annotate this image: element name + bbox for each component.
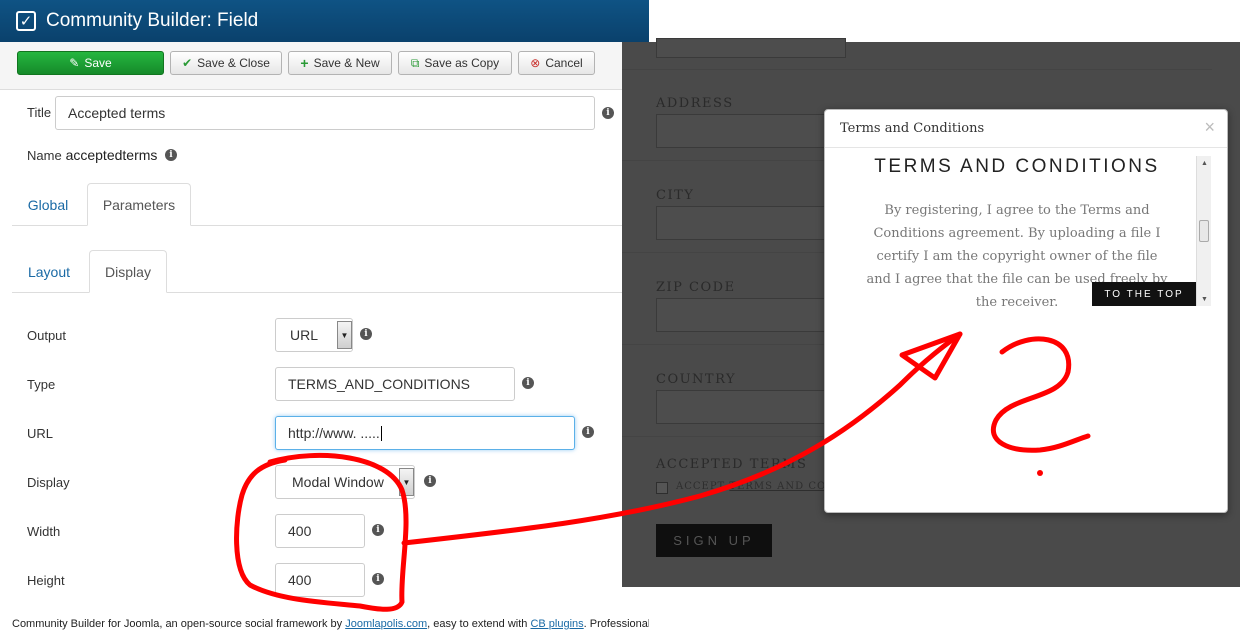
info-icon[interactable]: i	[165, 149, 177, 161]
height-input[interactable]: 400	[275, 563, 365, 597]
url-label: URL	[27, 426, 54, 441]
url-input[interactable]: http://www. .....	[275, 416, 575, 450]
chevron-down-icon: ▼	[399, 468, 414, 496]
zip-label: ZIP CODE	[656, 280, 736, 295]
scroll-down-icon[interactable]: ▼	[1197, 292, 1212, 306]
plus-icon: +	[300, 55, 309, 71]
display-value: Modal Window	[292, 474, 384, 490]
output-select[interactable]: URL ▼	[275, 318, 353, 352]
accept-checkbox	[656, 482, 668, 494]
save-copy-button[interactable]: ⧉ Save as Copy	[398, 51, 512, 75]
sign-up-button: SIGN UP	[656, 524, 772, 557]
terms-heading: TERMS AND CONDITIONS	[874, 156, 1160, 177]
cancel-label: Cancel	[545, 56, 583, 70]
output-label: Output	[27, 328, 67, 343]
cb-plugins-link[interactable]: CB plugins	[530, 618, 583, 630]
title-input[interactable]: Accepted terms	[55, 96, 595, 130]
checkbox-icon: ✓	[16, 11, 36, 31]
text-caret	[380, 425, 382, 441]
title-label: Title	[27, 105, 52, 120]
divider	[622, 69, 1212, 70]
main-tabs: Global Parameters	[12, 183, 622, 226]
info-icon[interactable]: i	[602, 107, 614, 119]
save-copy-label: Save as Copy	[424, 56, 500, 70]
country-input	[656, 390, 846, 424]
copy-icon: ⧉	[410, 56, 420, 70]
city-input	[656, 206, 846, 240]
country-label: COUNTRY	[656, 372, 737, 387]
save-close-label: Save & Close	[197, 56, 270, 70]
type-input[interactable]: TERMS_AND_CONDITIONS	[275, 367, 515, 401]
cancel-button[interactable]: ⊗ Cancel	[518, 51, 595, 75]
accept-text: ACCEPT TERMS AND CON	[676, 481, 836, 492]
display-label: Display	[27, 475, 70, 490]
modal-header: Terms and Conditions	[825, 110, 1227, 148]
edit-icon: ✎	[69, 56, 80, 70]
name-label: Name	[27, 148, 62, 163]
accepted-terms-label: ACCEPTED TERMS	[656, 457, 808, 472]
footer-text: , easy to extend with	[427, 618, 531, 630]
save-button[interactable]: ✎ Save	[17, 51, 164, 75]
name-row: Name acceptedterms	[27, 147, 157, 163]
accept-prefix: ACCEPT	[676, 481, 730, 492]
check-icon: ✔	[182, 56, 193, 70]
scroll-thumb[interactable]	[1199, 220, 1209, 242]
chevron-down-icon: ▼	[337, 321, 352, 349]
title-bar: ✓ Community Builder: Field	[0, 0, 649, 42]
output-value: URL	[290, 327, 319, 343]
info-icon[interactable]: i	[424, 475, 436, 487]
terms-modal: Terms and Conditions × TERMS AND CONDITI…	[824, 109, 1228, 513]
tab-parameters[interactable]: Parameters	[87, 183, 191, 226]
footer: Community Builder for Joomla, an open-so…	[12, 618, 649, 630]
city-label: CITY	[656, 188, 695, 203]
type-label: Type	[27, 377, 56, 392]
tab-global[interactable]: Global	[12, 184, 84, 226]
zip-input	[656, 298, 846, 332]
url-value: http://www. .....	[288, 425, 380, 441]
sub-tabs: Layout Display	[12, 250, 622, 293]
preview-input	[656, 38, 846, 58]
save-new-label: Save & New	[313, 56, 380, 70]
name-value: acceptedterms	[65, 147, 158, 163]
height-label: Height	[27, 573, 65, 588]
footer-text: Community Builder for Joomla, an open-so…	[12, 618, 346, 630]
tab-display[interactable]: Display	[89, 250, 167, 293]
info-icon[interactable]: i	[360, 328, 372, 340]
info-icon[interactable]: i	[522, 377, 534, 389]
tab-layout[interactable]: Layout	[12, 251, 86, 293]
terms-link: TERMS AND CON	[729, 481, 836, 492]
terms-iframe: TERMS AND CONDITIONS By registering, I a…	[825, 150, 1213, 306]
address-input	[656, 114, 846, 148]
toolbar: ✎ Save ✔ Save & Close + Save & New ⧉ Sav…	[0, 42, 622, 90]
page-title: Community Builder: Field	[46, 10, 259, 31]
info-icon[interactable]: i	[372, 573, 384, 585]
modal-scrollbar[interactable]: ▲ ▼	[1196, 156, 1211, 306]
display-select[interactable]: Modal Window ▼	[275, 465, 415, 499]
close-icon[interactable]: ×	[1204, 118, 1215, 136]
to-the-top-button[interactable]: TO THE TOP	[1092, 282, 1196, 306]
joomlapolis-link[interactable]: Joomlapolis.com	[345, 618, 427, 630]
address-label: ADDRESS	[656, 96, 734, 111]
info-icon[interactable]: i	[372, 524, 384, 536]
footer-text: . Professional	[583, 618, 649, 630]
width-label: Width	[27, 524, 61, 539]
save-label: Save	[84, 56, 112, 70]
cancel-icon: ⊗	[530, 56, 541, 70]
modal-title: Terms and Conditions	[840, 121, 985, 136]
save-close-button[interactable]: ✔ Save & Close	[170, 51, 282, 75]
width-input[interactable]: 400	[275, 514, 365, 548]
scroll-up-icon[interactable]: ▲	[1197, 156, 1212, 170]
info-icon[interactable]: i	[582, 426, 594, 438]
save-new-button[interactable]: + Save & New	[288, 51, 392, 75]
